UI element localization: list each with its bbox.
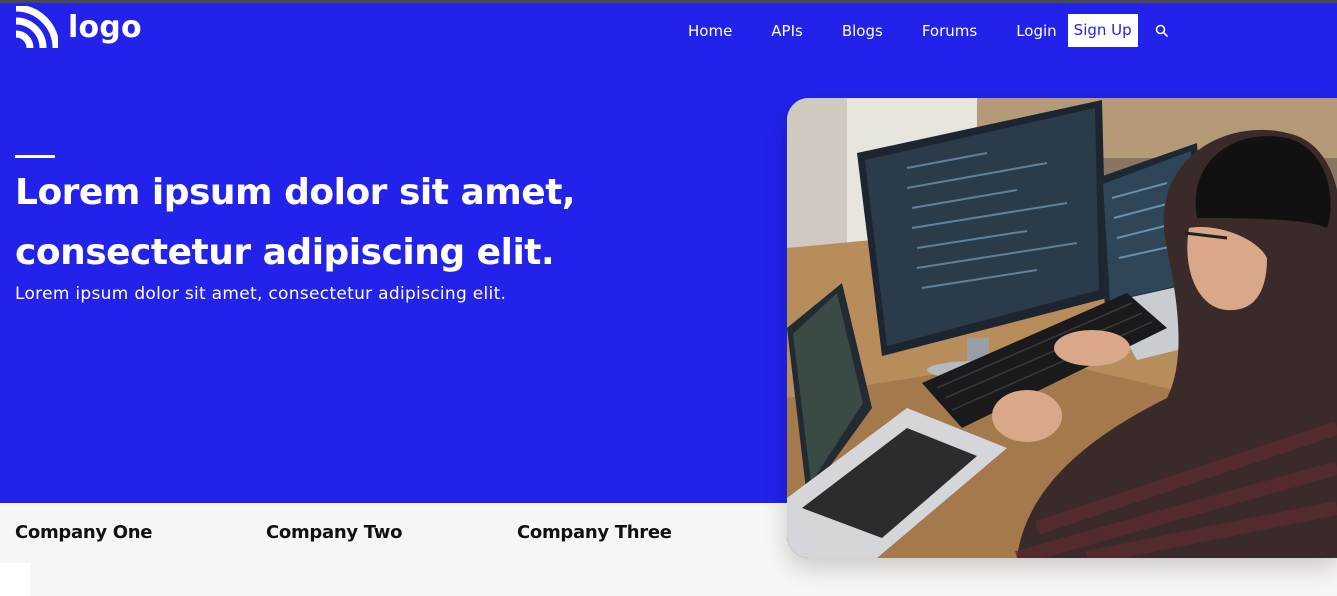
hero-image bbox=[787, 98, 1337, 558]
title-accent-line bbox=[15, 155, 55, 158]
company-name: Company Two bbox=[266, 522, 403, 543]
company-name: Company One bbox=[15, 522, 153, 543]
main-nav: Home APIs Blogs Forums Login Sign Up bbox=[688, 14, 1170, 47]
company-name: Company Three bbox=[517, 522, 672, 543]
nav-link-login[interactable]: Login bbox=[1016, 22, 1056, 40]
hero-title-line-2: consectetur adipiscing elit. bbox=[15, 232, 555, 273]
nav-link-apis[interactable]: APIs bbox=[771, 22, 803, 40]
hero-subtitle: Lorem ipsum dolor sit amet, consectetur … bbox=[15, 284, 507, 304]
nav-link-home[interactable]: Home bbox=[688, 22, 732, 40]
hero-title: Lorem ipsum dolor sit amet, consectetur … bbox=[15, 163, 735, 283]
signup-button[interactable]: Sign Up bbox=[1067, 14, 1138, 47]
logo[interactable]: logo bbox=[14, 6, 142, 50]
logo-text: logo bbox=[68, 10, 142, 45]
hero-title-line-1: Lorem ipsum dolor sit amet, bbox=[15, 172, 576, 213]
company-logos-strip: Company One Company Two Company Three bbox=[0, 503, 787, 563]
nav-link-forums[interactable]: Forums bbox=[922, 22, 977, 40]
nav-link-blogs[interactable]: Blogs bbox=[842, 22, 883, 40]
corner-block bbox=[0, 563, 30, 596]
search-icon[interactable] bbox=[1154, 23, 1170, 39]
wifi-signal-icon bbox=[15, 6, 58, 49]
